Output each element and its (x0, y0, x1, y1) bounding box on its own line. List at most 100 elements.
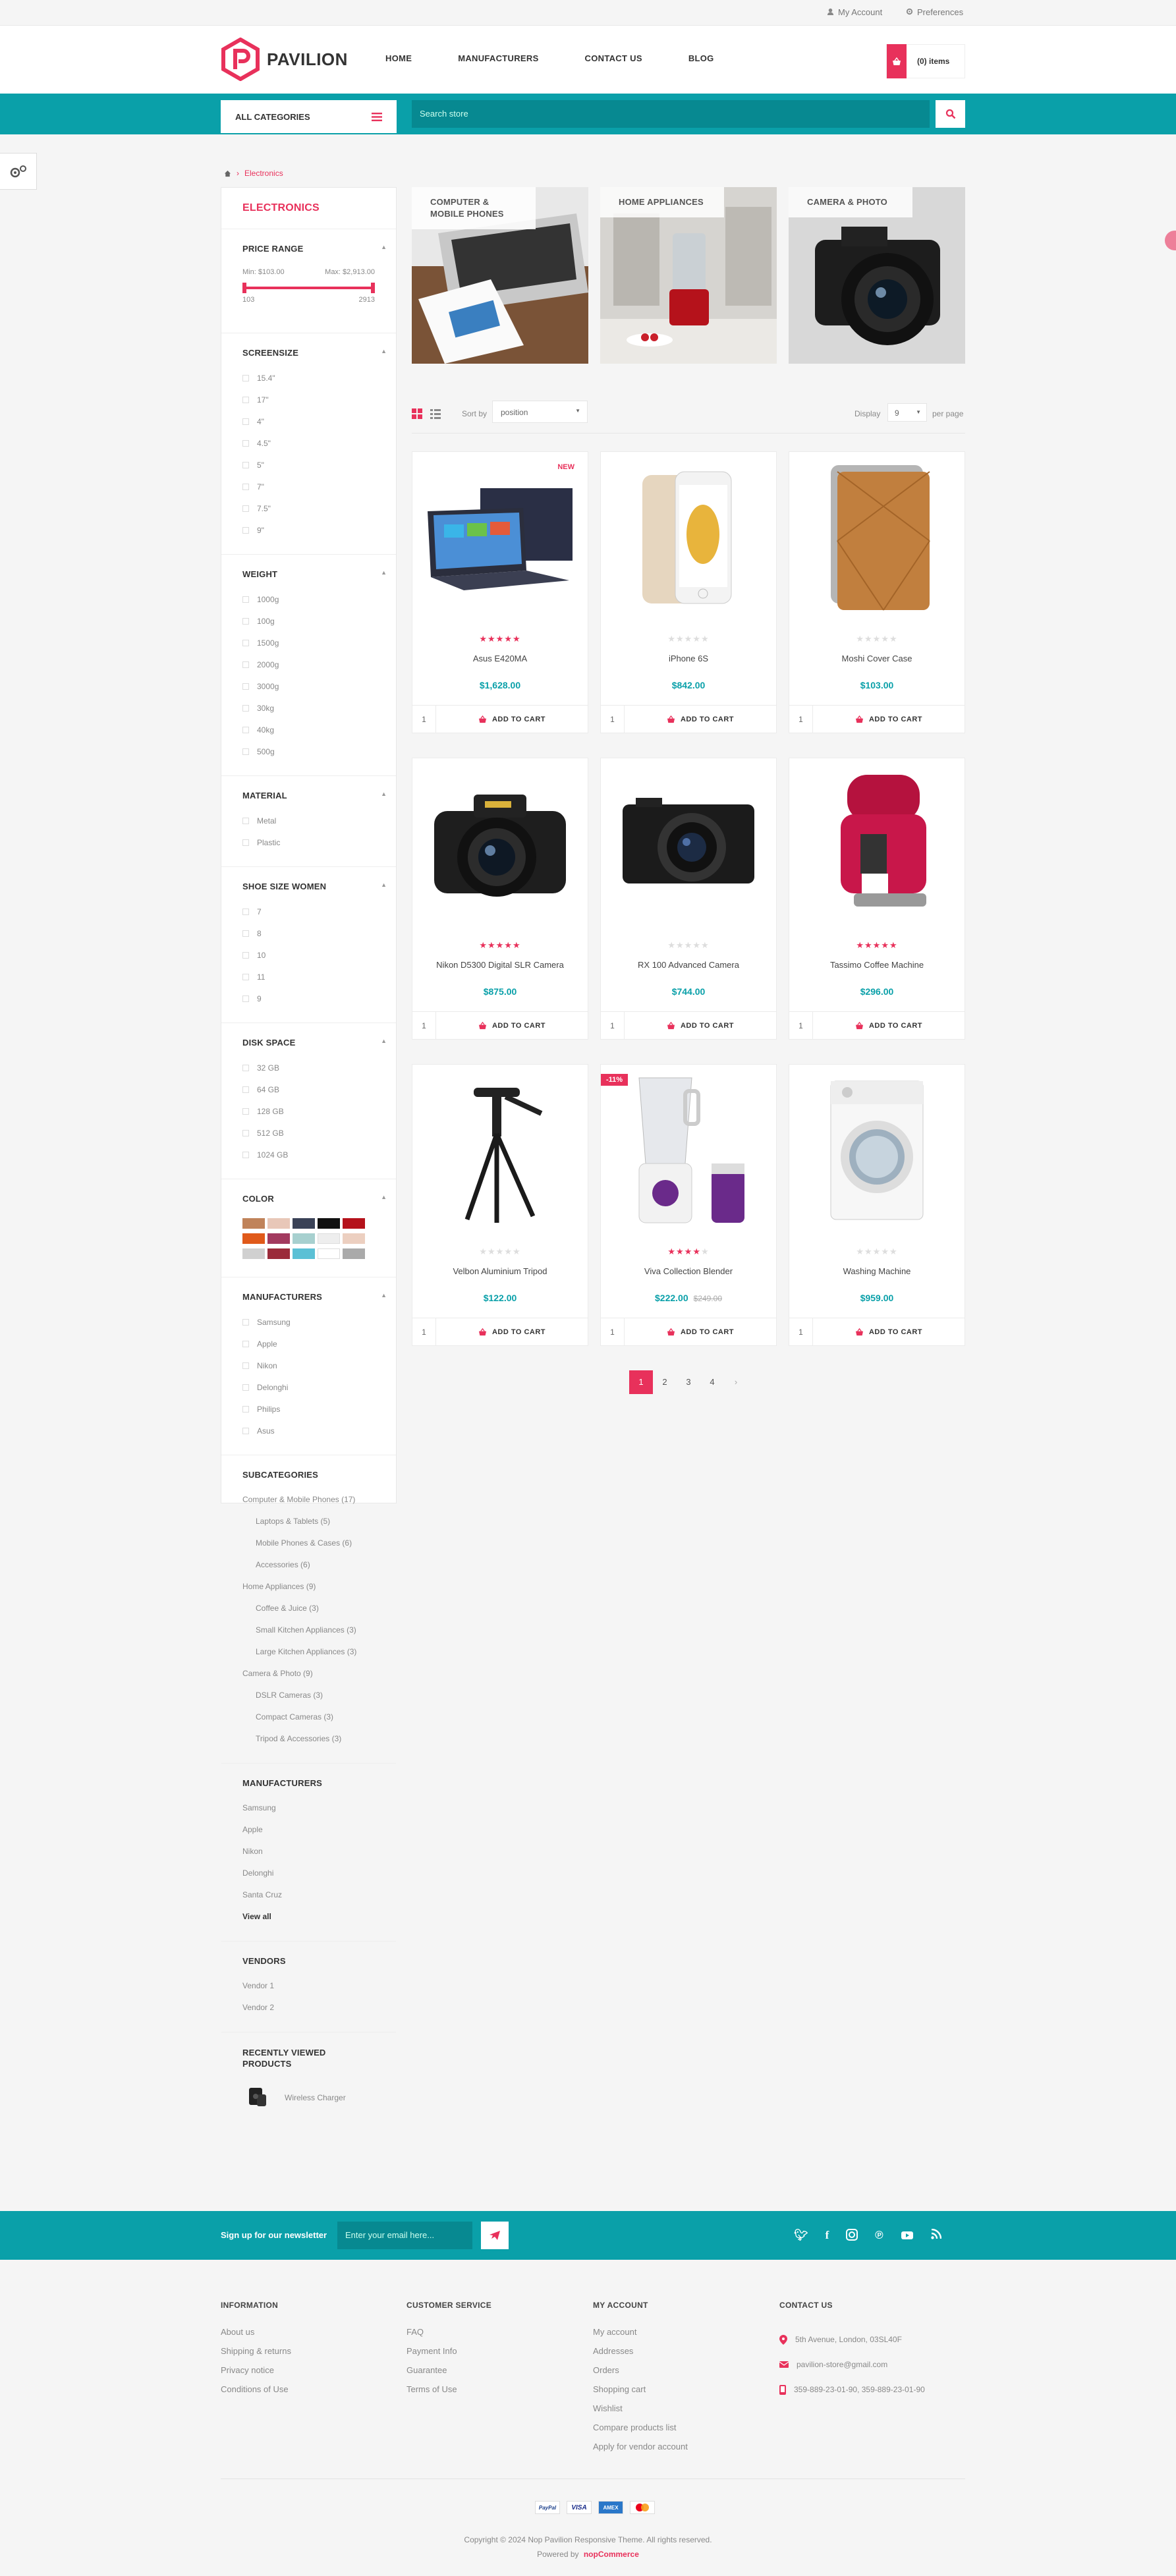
product-card[interactable]: ★★★★★ iPhone 6S $842.00 1 ADD TO CART (600, 451, 777, 733)
collapse-arrow-icon[interactable]: ▲ (381, 1194, 387, 1200)
collapse-arrow-icon[interactable]: ▲ (381, 348, 387, 354)
footer-account-link[interactable]: Shopping cart (593, 2384, 688, 2403)
product-image-coffee[interactable] (789, 758, 965, 930)
color-swatch[interactable] (343, 1248, 365, 1259)
screensize-option[interactable]: 7.5" (242, 497, 375, 519)
color-swatch[interactable] (318, 1248, 340, 1259)
footer-account-link[interactable]: My account (593, 2327, 688, 2346)
theme-settings-button[interactable] (0, 153, 37, 190)
checkbox[interactable] (242, 817, 249, 824)
product-image-washer[interactable] (789, 1065, 965, 1236)
product-card[interactable]: ★★★★★ RX 100 Advanced Camera $744.00 1 ADD T… (600, 758, 777, 1040)
product-image-case[interactable] (789, 452, 965, 623)
add-to-cart-button[interactable]: ADD TO CART (813, 1328, 965, 1336)
weight-option[interactable]: 500g (242, 741, 375, 762)
nav-manufacturers[interactable]: MANUFACTURERS (458, 53, 538, 63)
checkbox[interactable] (242, 1362, 249, 1369)
add-to-cart-button[interactable]: ADD TO CART (625, 1021, 776, 1030)
footer-account-link[interactable]: Orders (593, 2365, 688, 2384)
add-to-cart-button[interactable]: ADD TO CART (436, 1021, 588, 1030)
weight-option[interactable]: 1000g (242, 588, 375, 610)
nav-blog[interactable]: BLOG (688, 53, 714, 63)
all-categories-button[interactable]: ALL CATEGORIES (221, 100, 397, 133)
color-swatch[interactable] (318, 1233, 340, 1244)
footer-customer-service-link[interactable]: FAQ (406, 2327, 491, 2346)
contact-email[interactable]: pavilion-store@gmail.com (779, 2352, 925, 2377)
page-1[interactable]: 1 (629, 1370, 653, 1394)
list-view-icon[interactable] (430, 408, 441, 419)
add-to-cart-button[interactable]: ADD TO CART (436, 715, 588, 723)
manufacturer-option[interactable]: Samsung (242, 1311, 375, 1333)
vendor-link[interactable]: Vendor 1 (242, 1975, 375, 1997)
footer-information-link[interactable]: Conditions of Use (221, 2384, 291, 2403)
quantity-input[interactable]: 1 (601, 1011, 625, 1040)
footer-account-link[interactable]: Wishlist (593, 2403, 688, 2422)
product-name[interactable]: Tassimo Coffee Machine (789, 960, 965, 970)
checkbox[interactable] (242, 639, 249, 646)
quantity-input[interactable]: 1 (789, 705, 813, 733)
material-option[interactable]: Metal (242, 810, 375, 831)
subcategory-link[interactable]: Large Kitchen Appliances (3) (242, 1641, 375, 1663)
facebook-icon[interactable]: f (826, 2229, 829, 2242)
preferences-link[interactable]: Preferences (906, 7, 963, 17)
footer-information-link[interactable]: Shipping & returns (221, 2346, 291, 2365)
grid-view-icon[interactable] (412, 408, 422, 419)
manufacturer-option[interactable]: Apple (242, 1333, 375, 1355)
next-page-button[interactable]: › (724, 1370, 748, 1394)
checkbox[interactable] (242, 839, 249, 846)
checkbox[interactable] (242, 418, 249, 425)
twitter-icon[interactable]: 🐦︎ (794, 2229, 808, 2242)
collapse-arrow-icon[interactable]: ▲ (381, 791, 387, 797)
checkbox[interactable] (242, 596, 249, 603)
disk-space-option[interactable]: 128 GB (242, 1100, 375, 1122)
product-name[interactable]: Asus E420MA (412, 654, 588, 663)
checkbox[interactable] (242, 748, 249, 755)
disk-space-option[interactable]: 64 GB (242, 1078, 375, 1100)
subcategory-link[interactable]: Computer & Mobile Phones (17) (242, 1489, 375, 1511)
color-swatch[interactable] (293, 1233, 315, 1244)
category-card-camera-photo[interactable]: CAMERA & PHOTO (789, 187, 965, 364)
footer-account-link[interactable]: Compare products list (593, 2422, 688, 2442)
pinterest-icon[interactable]: ℗ (875, 2229, 883, 2242)
manufacturer-link[interactable]: Nikon (242, 1841, 375, 1862)
color-swatch[interactable] (242, 1233, 265, 1244)
product-name[interactable]: Viva Collection Blender (601, 1266, 776, 1276)
collapse-arrow-icon[interactable]: ▲ (381, 1292, 387, 1299)
quantity-input[interactable]: 1 (601, 705, 625, 733)
nav-contact-us[interactable]: CONTACT US (585, 53, 642, 63)
slider-handle-max[interactable] (371, 283, 375, 293)
product-image-phone[interactable] (601, 452, 776, 623)
checkbox[interactable] (242, 995, 249, 1002)
screensize-option[interactable]: 4" (242, 410, 375, 432)
manufacturer-link[interactable]: Delonghi (242, 1862, 375, 1884)
shoe-size-option[interactable]: 8 (242, 922, 375, 944)
shoe-size-option[interactable]: 11 (242, 966, 375, 988)
color-swatch[interactable] (267, 1218, 290, 1229)
subcategory-link[interactable]: Tripod & Accessories (3) (242, 1728, 375, 1750)
product-card[interactable]: ★★★★★ Nikon D5300 Digital SLR Camera $875.… (412, 758, 588, 1040)
subcategory-link[interactable]: Accessories (6) (242, 1554, 375, 1576)
product-image-dslr[interactable] (412, 758, 588, 930)
footer-information-link[interactable]: Privacy notice (221, 2365, 291, 2384)
home-icon[interactable] (224, 170, 231, 177)
price-slider[interactable] (242, 283, 375, 293)
checkbox[interactable] (242, 683, 249, 690)
subcategory-link[interactable]: Camera & Photo (9) (242, 1663, 375, 1685)
screensize-option[interactable]: 15.4" (242, 367, 375, 389)
weight-option[interactable]: 3000g (242, 675, 375, 697)
checkbox[interactable] (242, 1427, 249, 1434)
subcategory-link[interactable]: Laptops & Tablets (5) (242, 1511, 375, 1532)
newsletter-subscribe-button[interactable] (481, 2222, 509, 2249)
checkbox[interactable] (242, 726, 249, 733)
color-swatch[interactable] (242, 1218, 265, 1229)
subcategory-link[interactable]: Compact Cameras (3) (242, 1706, 375, 1728)
newsletter-email-input[interactable]: Enter your email here... (337, 2222, 472, 2249)
collapse-arrow-icon[interactable]: ▲ (381, 569, 387, 576)
color-swatch[interactable] (267, 1233, 290, 1244)
vendor-link[interactable]: Vendor 2 (242, 1997, 375, 2019)
checkbox[interactable] (242, 1318, 249, 1326)
add-to-cart-button[interactable]: ADD TO CART (625, 715, 776, 723)
manufacturer-link[interactable]: Samsung (242, 1797, 375, 1819)
slider-handle-min[interactable] (242, 283, 246, 293)
instagram-icon[interactable] (846, 2229, 858, 2241)
